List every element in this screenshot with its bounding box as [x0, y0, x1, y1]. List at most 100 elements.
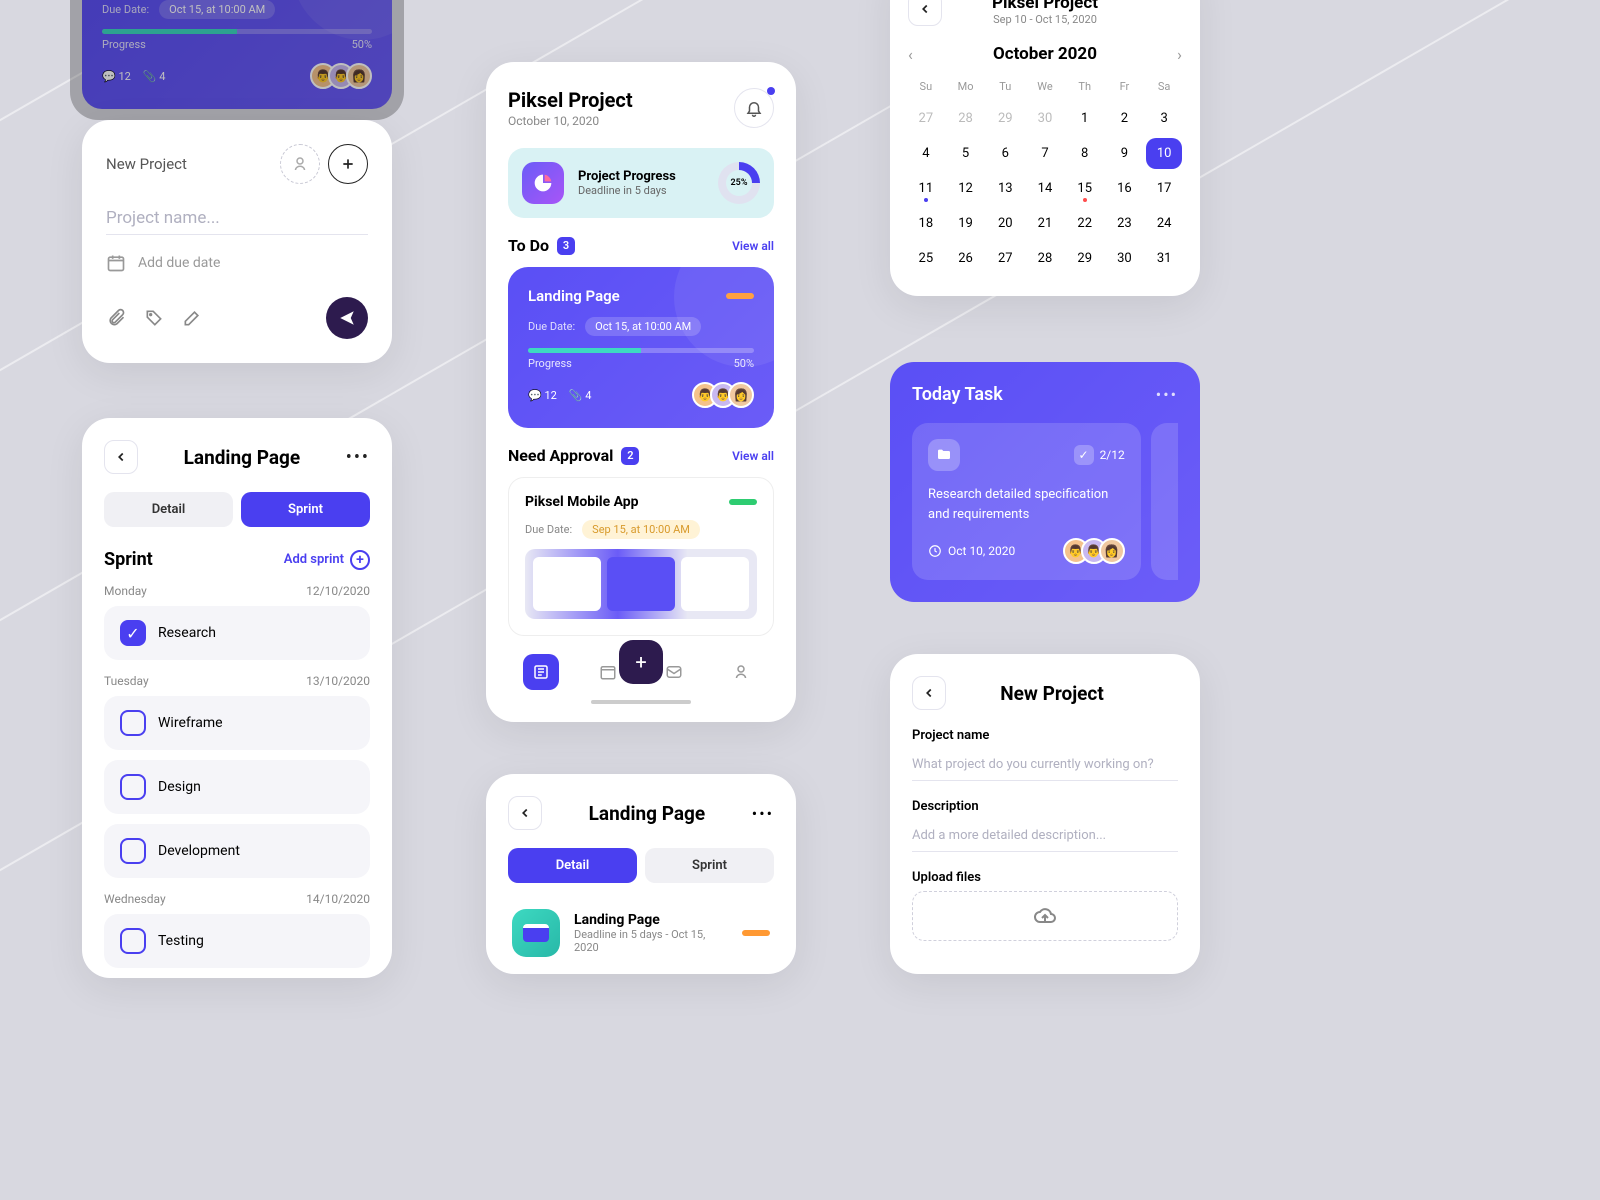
cal-day[interactable]: 31	[1146, 243, 1182, 274]
checkbox[interactable]	[120, 928, 146, 954]
cal-day[interactable]: 27	[987, 243, 1023, 274]
nav-home-icon[interactable]	[523, 654, 559, 690]
approval-viewall[interactable]: View all	[732, 449, 774, 463]
cal-day[interactable]: 18	[908, 208, 944, 239]
cal-day[interactable]: 15	[1067, 173, 1103, 204]
prev-month-icon[interactable]: ‹	[908, 45, 913, 64]
cal-day[interactable]: 9	[1107, 138, 1143, 169]
tab-detail[interactable]: Detail	[508, 848, 637, 883]
todo-count: 3	[557, 237, 575, 255]
cal-day[interactable]: 19	[948, 208, 984, 239]
cal-day[interactable]: 20	[987, 208, 1023, 239]
progress-subtitle: Deadline in 5 days	[578, 184, 704, 197]
task-card-top: Due Date: Oct 15, at 10:00 AM Progress 5…	[82, 0, 392, 109]
status-indicator	[729, 499, 757, 505]
approval-card[interactable]: Piksel Mobile App Due Date: Sep 15, at 1…	[508, 477, 774, 636]
cal-day[interactable]: 17	[1146, 173, 1182, 204]
cal-day[interactable]: 30	[1027, 103, 1063, 134]
cal-day[interactable]: 27	[908, 103, 944, 134]
edit-icon[interactable]	[182, 308, 202, 328]
tab-sprint[interactable]: Sprint	[241, 492, 370, 527]
project-name-input[interactable]	[106, 202, 368, 235]
today-task-card-next[interactable]	[1151, 423, 1178, 580]
sprint-item[interactable]: Wireframe	[104, 696, 370, 750]
chart-icon	[522, 162, 564, 204]
sprint-item[interactable]: ✓Research	[104, 606, 370, 660]
notification-button[interactable]	[734, 88, 774, 128]
cal-day[interactable]: 21	[1027, 208, 1063, 239]
new-project-full-panel: New Project Project name Description Upl…	[890, 654, 1200, 974]
cal-day[interactable]: 5	[948, 138, 984, 169]
cal-day[interactable]: 26	[948, 243, 984, 274]
add-member-button[interactable]	[280, 144, 320, 184]
project-name-field[interactable]	[912, 749, 1178, 781]
cal-day[interactable]: 28	[1027, 243, 1063, 274]
cal-day[interactable]: 10	[1146, 138, 1182, 169]
back-button[interactable]	[104, 440, 138, 474]
cal-day[interactable]: 23	[1107, 208, 1143, 239]
detail-panel: Landing Page ••• Detail Sprint Landing P…	[486, 774, 796, 974]
cal-day[interactable]: 16	[1107, 173, 1143, 204]
add-sprint-button[interactable]: Add sprint +	[284, 550, 370, 570]
todo-viewall[interactable]: View all	[732, 239, 774, 253]
tab-detail[interactable]: Detail	[104, 492, 233, 527]
sprint-panel: Landing Page ••• Detail Sprint Sprint Ad…	[82, 418, 392, 978]
send-button[interactable]	[326, 297, 368, 339]
cal-day[interactable]: 30	[1107, 243, 1143, 274]
cal-day[interactable]: 11	[908, 173, 944, 204]
next-month-icon[interactable]: ›	[1177, 45, 1182, 64]
cal-day[interactable]: 24	[1146, 208, 1182, 239]
checkbox[interactable]	[120, 710, 146, 736]
due-value: Oct 15, at 10:00 AM	[159, 0, 275, 19]
more-icon[interactable]: •••	[346, 447, 370, 468]
today-task-panel: Today Task ••• ✓ 2/12 Research detailed …	[890, 362, 1200, 602]
tab-sprint[interactable]: Sprint	[645, 848, 774, 883]
sprint-item[interactable]: Development	[104, 824, 370, 878]
description-field[interactable]	[912, 820, 1178, 852]
nav-profile-icon[interactable]	[723, 654, 759, 690]
cal-day[interactable]: 25	[908, 243, 944, 274]
attachment-icon[interactable]	[106, 308, 126, 328]
progress-label: Progress	[102, 38, 146, 51]
today-task-card[interactable]: ✓ 2/12 Research detailed specification a…	[912, 423, 1141, 580]
page-title: Landing Page	[589, 802, 705, 825]
back-button[interactable]	[508, 796, 542, 830]
sprint-item[interactable]: Design	[104, 760, 370, 814]
landing-task-card[interactable]: Landing Page Due Date: Oct 15, at 10:00 …	[508, 267, 774, 428]
more-icon[interactable]: •••	[1156, 385, 1178, 404]
cal-day[interactable]: 29	[987, 103, 1023, 134]
cal-day[interactable]: 22	[1067, 208, 1103, 239]
sprint-item[interactable]: Testing	[104, 914, 370, 968]
comments-count: 💬 12	[102, 70, 131, 83]
checkbox[interactable]	[120, 838, 146, 864]
cal-day[interactable]: 7	[1027, 138, 1063, 169]
cal-day[interactable]: 29	[1067, 243, 1103, 274]
cal-day[interactable]: 6	[987, 138, 1023, 169]
calendar-icon	[106, 253, 126, 273]
status-indicator	[742, 930, 770, 936]
cal-day[interactable]: 28	[948, 103, 984, 134]
cal-day[interactable]: 14	[1027, 173, 1063, 204]
back-button[interactable]	[908, 0, 942, 26]
cal-day[interactable]: 12	[948, 173, 984, 204]
cal-day[interactable]: 1	[1067, 103, 1103, 134]
project-progress-card[interactable]: Project Progress Deadline in 5 days 25%	[508, 148, 774, 218]
tag-icon[interactable]	[144, 308, 164, 328]
segment-control: Detail Sprint	[104, 492, 370, 527]
checkbox[interactable]	[120, 774, 146, 800]
add-due-date-button[interactable]: Add due date	[138, 255, 220, 271]
cal-day[interactable]: 13	[987, 173, 1023, 204]
checkbox[interactable]: ✓	[120, 620, 146, 646]
upload-dropzone[interactable]	[912, 891, 1178, 941]
cal-day[interactable]: 2	[1107, 103, 1143, 134]
calendar-panel: Piksel Project Sep 10 - Oct 15, 2020 ‹ O…	[890, 0, 1200, 296]
cal-day[interactable]: 3	[1146, 103, 1182, 134]
add-button[interactable]	[328, 144, 368, 184]
due-label: Due Date:	[102, 3, 149, 16]
priority-indicator	[726, 293, 754, 299]
cal-day[interactable]: 4	[908, 138, 944, 169]
cal-day[interactable]: 8	[1067, 138, 1103, 169]
more-icon[interactable]: •••	[752, 804, 774, 823]
page-icon	[512, 909, 560, 957]
nav-add-button[interactable]: +	[619, 640, 663, 684]
